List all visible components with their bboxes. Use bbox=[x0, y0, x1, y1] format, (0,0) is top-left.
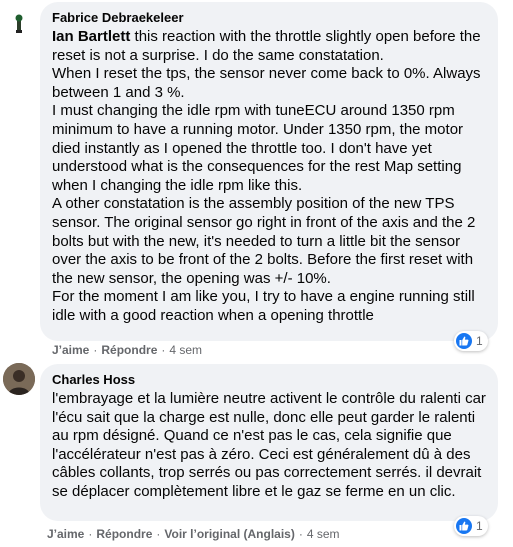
comment-body: Ian Bartlett this reaction with the thro… bbox=[52, 28, 486, 326]
mention-link[interactable]: Ian Bartlett bbox=[52, 28, 130, 45]
reaction-badge[interactable]: 1 bbox=[454, 516, 488, 536]
reply-button[interactable]: Répondre bbox=[96, 527, 152, 541]
comment-paragraph: When I reset the tps, the sensor never c… bbox=[52, 65, 481, 101]
separator-dot: · bbox=[88, 527, 93, 541]
see-original-button[interactable]: Voir l’original (Anglais) bbox=[164, 527, 294, 541]
comment-first-line: Ian Bartlett this reaction with the thro… bbox=[52, 28, 486, 65]
comment-paragraph: For the moment I am like you, I try to h… bbox=[52, 288, 475, 324]
like-icon bbox=[456, 518, 472, 534]
comment-actions: J’aime · Répondre · Voir l’original (Ang… bbox=[47, 527, 340, 541]
comment-actions: J’aime · Répondre · 4 sem bbox=[52, 343, 202, 357]
separator-dot: · bbox=[161, 343, 166, 357]
separator-dot: · bbox=[156, 527, 161, 541]
comment-paragraph: I must changing the idle rpm with tuneEC… bbox=[52, 102, 464, 194]
comment-timestamp[interactable]: 4 sem bbox=[169, 343, 202, 357]
reply-button[interactable]: Répondre bbox=[101, 343, 157, 357]
comment-author[interactable]: Charles Hoss bbox=[52, 372, 486, 388]
comment-paragraph: A other constatation is the assembly pos… bbox=[52, 195, 476, 287]
comment-timestamp[interactable]: 4 sem bbox=[307, 527, 340, 541]
reaction-badge[interactable]: 1 bbox=[454, 331, 488, 351]
avatar[interactable] bbox=[3, 8, 35, 40]
like-button[interactable]: J’aime bbox=[47, 527, 84, 541]
comment-body: l'embrayage et la lumière neutre activen… bbox=[52, 390, 486, 500]
separator-dot: · bbox=[298, 527, 303, 541]
reaction-count: 1 bbox=[476, 334, 483, 348]
comment-bubble: Fabrice Debraekeleer Ian Bartlett this r… bbox=[40, 2, 498, 341]
separator-dot: · bbox=[93, 343, 98, 357]
comment-bubble: Charles Hoss l'embrayage et la lumière n… bbox=[40, 364, 498, 521]
like-button[interactable]: J’aime bbox=[52, 343, 89, 357]
reaction-count: 1 bbox=[476, 519, 483, 533]
avatar[interactable] bbox=[3, 363, 35, 395]
like-icon bbox=[456, 333, 472, 349]
comment-author[interactable]: Fabrice Debraekeleer bbox=[52, 10, 486, 26]
